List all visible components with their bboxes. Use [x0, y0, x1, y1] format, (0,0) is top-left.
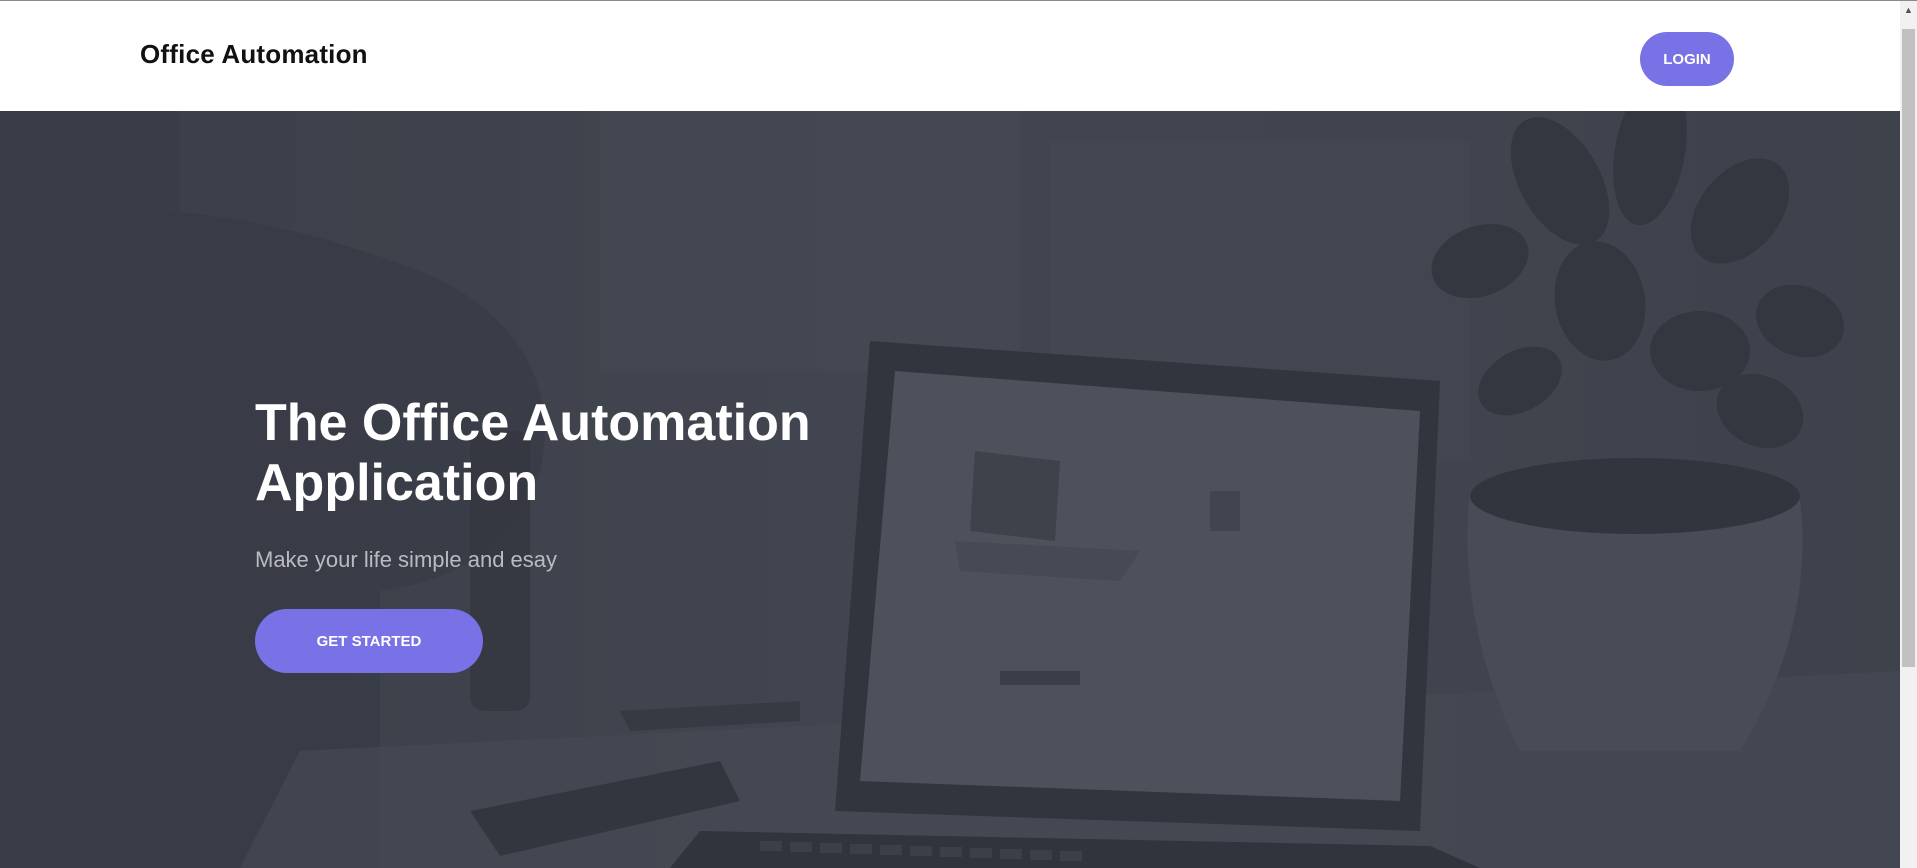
hero-title-line-1: The Office Automation	[255, 394, 811, 452]
hero-section: The Office Automation Application Make y…	[0, 111, 1900, 868]
get-started-button[interactable]: GET STARTED	[255, 609, 483, 673]
scroll-up-arrow-icon[interactable]: ▲	[1900, 1, 1917, 18]
login-button[interactable]: LOGIN	[1640, 32, 1734, 86]
hero-title: The Office Automation Application	[255, 393, 955, 513]
brand-logo-text[interactable]: Office Automation	[140, 39, 368, 70]
hero-title-line-2: Application	[255, 454, 539, 512]
vertical-scrollbar[interactable]: ▲	[1900, 1, 1917, 868]
scrollbar-thumb[interactable]	[1902, 29, 1915, 667]
browser-viewport: Office Automation LOGIN The Office Autom…	[0, 0, 1917, 868]
hero-subtitle: Make your life simple and esay	[255, 547, 558, 572]
navbar: Office Automation LOGIN	[0, 1, 1900, 111]
